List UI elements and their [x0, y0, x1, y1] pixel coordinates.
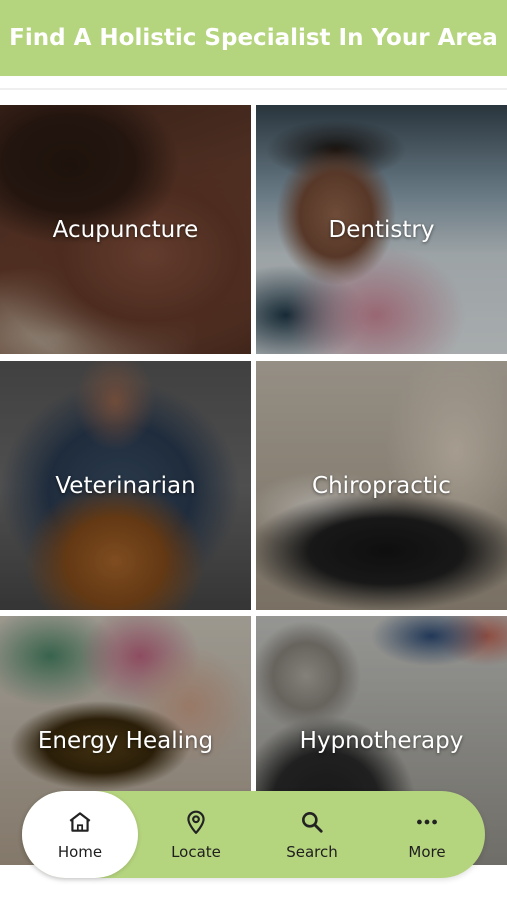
app-header: Find A Holistic Specialist In Your Area	[0, 0, 507, 76]
nav-label: Home	[57, 842, 103, 861]
home-icon	[69, 811, 91, 832]
nav-label: More	[408, 842, 446, 861]
divider	[0, 88, 507, 90]
tile-chiropractic[interactable]: Chiropractic	[256, 361, 507, 610]
tile-veterinarian[interactable]: Veterinarian	[0, 361, 251, 610]
location-pin-icon	[187, 810, 205, 834]
search-icon	[302, 811, 323, 833]
nav-label: Search	[286, 842, 338, 861]
more-dots-icon	[417, 819, 437, 824]
tile-dentistry[interactable]: Dentistry	[256, 105, 507, 354]
page-title: Find A Holistic Specialist In Your Area	[9, 25, 498, 51]
nav-locate[interactable]: Locate	[138, 791, 254, 878]
nav-home[interactable]: Home	[22, 791, 138, 878]
bottom-nav: Home Locate Search More	[22, 791, 485, 878]
nav-more[interactable]: More	[369, 791, 485, 878]
tile-label: Hypnotherapy	[299, 727, 464, 754]
tile-label: Energy Healing	[37, 727, 214, 754]
tile-label: Veterinarian	[55, 472, 196, 499]
tile-label: Acupuncture	[52, 216, 199, 243]
tile-label: Dentistry	[328, 216, 435, 243]
tile-acupuncture[interactable]: Acupuncture	[0, 105, 251, 354]
tile-label: Chiropractic	[312, 472, 451, 499]
nav-label: Locate	[171, 842, 221, 861]
nav-search[interactable]: Search	[254, 791, 370, 878]
